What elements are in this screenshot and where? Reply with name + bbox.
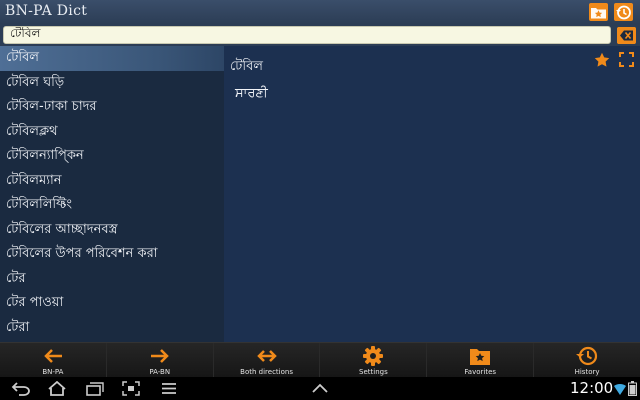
list-item[interactable]: টেবিললিফ্টিং	[0, 193, 224, 218]
search-input[interactable]	[3, 26, 611, 44]
back-icon[interactable]	[11, 381, 31, 396]
pa-bn-label: PA-BN	[149, 368, 171, 376]
definition-translation: ਸਾਰਣੀ	[235, 86, 268, 101]
star-icon[interactable]	[594, 52, 610, 68]
arrow-right-icon	[150, 349, 169, 363]
list-item[interactable]: টেবিল-ঢাকা চাদর	[0, 95, 224, 120]
battery-icon	[628, 381, 637, 396]
status-clock: 12:00	[570, 379, 614, 397]
definition-headword: টেবিল	[230, 59, 263, 74]
bn-pa-button[interactable]: BN-PA	[0, 343, 107, 377]
list-item[interactable]: টেবিলম্যান	[0, 169, 224, 194]
bn-pa-label: BN-PA	[42, 368, 64, 376]
history-icon[interactable]	[614, 3, 633, 21]
word-list: টেবিল টেবিল ঘড়ি টেবিল-ঢাকা চাদর টেবিলক্…	[0, 46, 224, 342]
favorites-folder-icon[interactable]	[589, 3, 608, 21]
home-icon[interactable]	[47, 381, 67, 396]
list-item[interactable]: টেবিলের উপর পরিবেশন করা	[0, 242, 224, 267]
app-title: BN-PA Dict	[5, 3, 88, 19]
favorites-folder-icon	[470, 349, 491, 365]
settings-label: Settings	[359, 368, 388, 376]
wifi-icon	[614, 383, 626, 395]
list-item[interactable]: টেবিলের আচ্ছাদনবস্ত্র	[0, 218, 224, 243]
list-item[interactable]: টেবিলন্যাপ্কিন	[0, 144, 224, 169]
arrow-left-icon	[44, 349, 62, 363]
definition-pane: টেবিল ਸਾਰਣੀ	[224, 46, 640, 342]
history-icon	[576, 346, 598, 366]
title-bar: BN-PA Dict	[0, 0, 640, 24]
list-item[interactable]: টের পাওয়া	[0, 291, 224, 316]
fullscreen-icon[interactable]	[619, 52, 634, 67]
list-item[interactable]: টের	[0, 267, 224, 292]
list-item[interactable]: টেরা	[0, 316, 224, 341]
history-label: History	[574, 368, 600, 376]
list-item[interactable]: টেবিল ঘড়ি	[0, 71, 224, 96]
menu-icon[interactable]	[161, 381, 177, 396]
system-nav-bar: 12:00	[0, 377, 640, 400]
list-item[interactable]: টেবিলক্লথ	[0, 120, 224, 145]
both-directions-label: Both directions	[240, 368, 293, 376]
bottom-toolbar: BN-PA PA-BN Both directions Settings Fav…	[0, 342, 640, 377]
recent-apps-icon[interactable]	[84, 381, 104, 396]
arrows-both-icon	[256, 350, 277, 362]
both-directions-button[interactable]: Both directions	[214, 343, 321, 377]
screenshot-icon[interactable]	[122, 381, 140, 396]
favorites-label: Favorites	[464, 368, 497, 376]
gear-icon	[363, 346, 384, 366]
chevron-up-icon[interactable]	[311, 381, 329, 396]
search-row	[0, 24, 640, 46]
clear-icon[interactable]	[617, 27, 636, 44]
pa-bn-button[interactable]: PA-BN	[107, 343, 214, 377]
list-item[interactable]: টেবিল	[0, 46, 224, 71]
favorites-button[interactable]: Favorites	[427, 343, 535, 377]
history-button[interactable]: History	[534, 343, 640, 377]
settings-button[interactable]: Settings	[320, 343, 428, 377]
